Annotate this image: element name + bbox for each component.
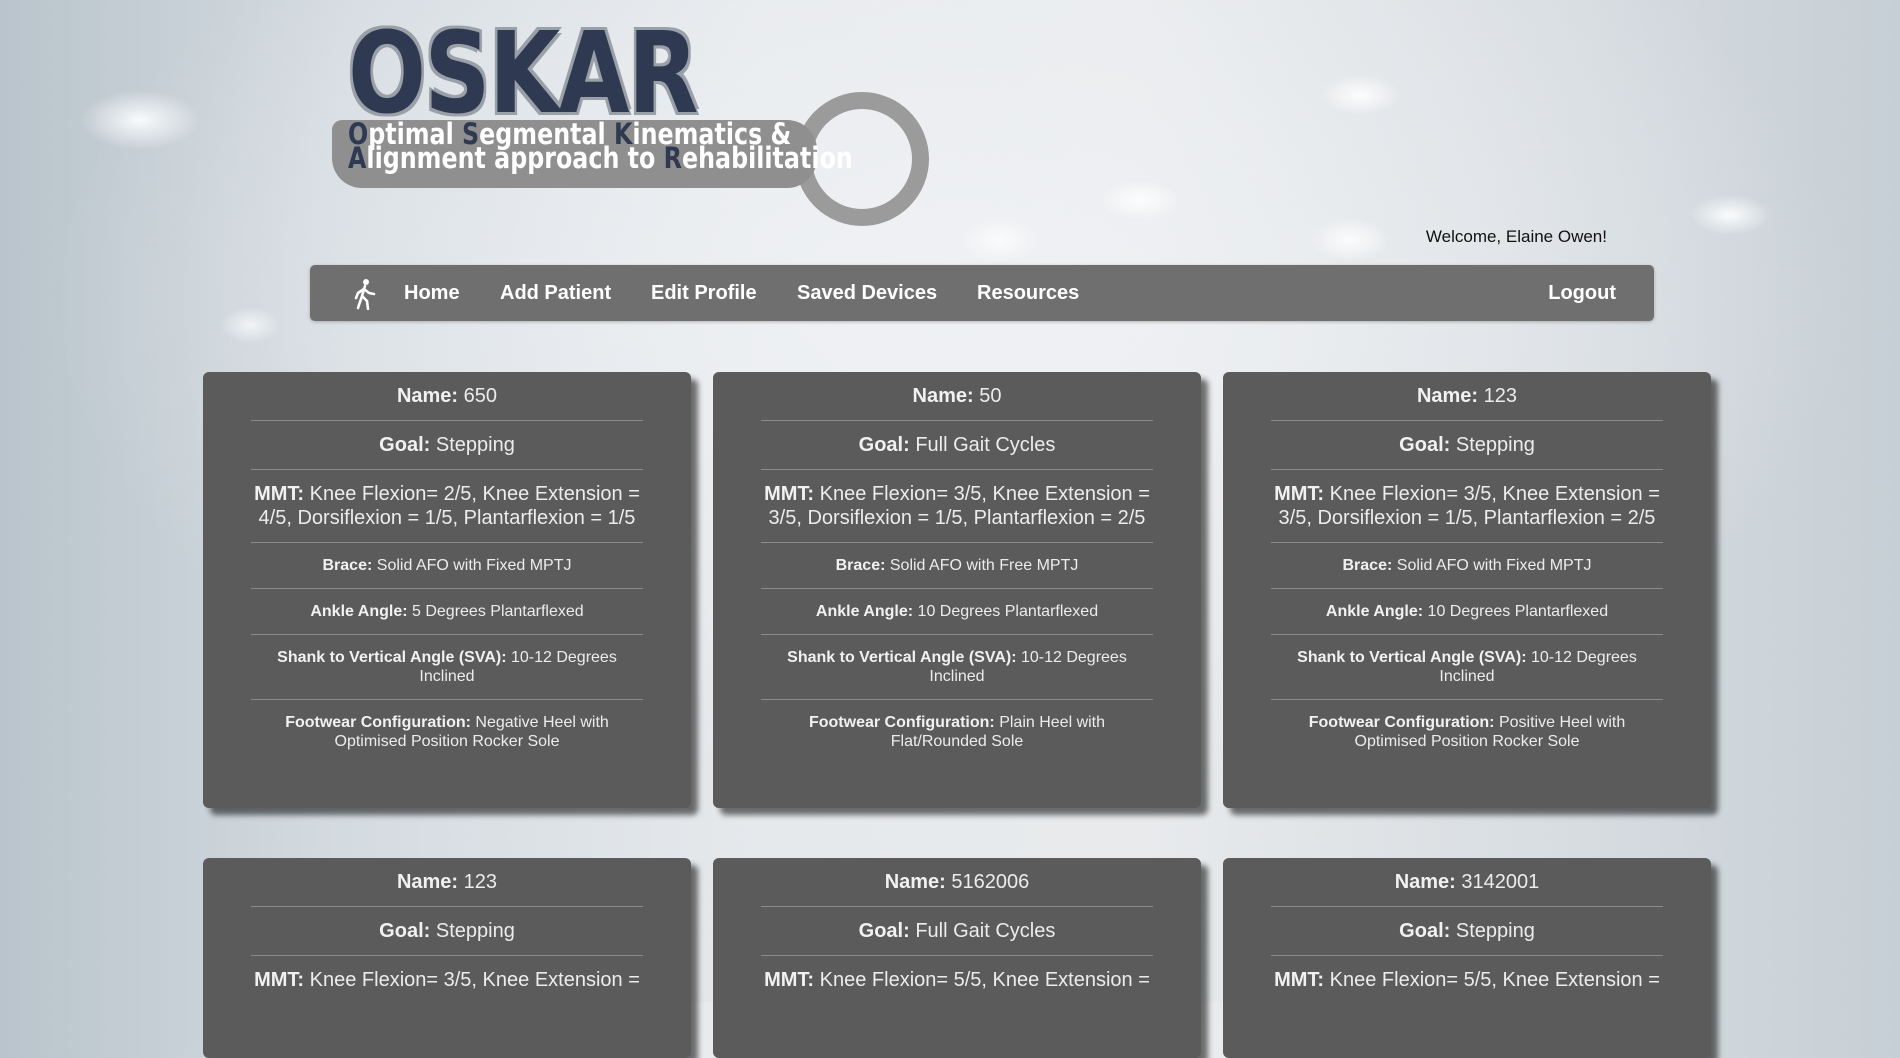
patient-footwear: Footwear Configuration: Plain Heel with … [808, 714, 1106, 750]
patient-brace: Brace: Solid AFO with Fixed MPTJ [251, 543, 643, 589]
patient-goal: Goal: Stepping [1271, 907, 1663, 956]
patient-name: Name: 5162006 [761, 858, 1153, 907]
walking-person-icon[interactable] [350, 278, 380, 311]
logo-subtitle: Optimal Segmental Kinematics & Alignment… [348, 117, 853, 175]
patient-brace: Brace: Solid AFO with Free MPTJ [761, 543, 1153, 589]
patient-goal: Goal: Stepping [251, 907, 643, 956]
nav-saved-devices[interactable]: Saved Devices [797, 265, 937, 321]
patient-mmt: MMT: Knee Flexion= 5/5, Knee Extension = [1274, 969, 1660, 991]
patient-name: Name: 50 [761, 372, 1153, 421]
patient-name: Name: 650 [251, 372, 643, 421]
patient-name: Name: 3142001 [1271, 858, 1663, 907]
patient-mmt: MMT: Knee Flexion= 2/5, Knee Extension =… [251, 470, 643, 543]
patient-card[interactable]: Name: 650 Goal: Stepping MMT: Knee Flexi… [203, 372, 691, 808]
patient-mmt: MMT: Knee Flexion= 3/5, Knee Extension = [254, 969, 640, 991]
logo-title: OSKAR [348, 9, 699, 139]
patient-brace: Brace: Solid AFO with Fixed MPTJ [1271, 543, 1663, 589]
welcome-message: Welcome, Elaine Owen! [1425, 227, 1607, 246]
oskar-logo: OSKAR Optimal Segmental Kinematics & Ali… [330, 9, 929, 226]
main-navbar: Home Add Patient Edit Profile Saved Devi… [310, 265, 1654, 321]
nav-home[interactable]: Home [404, 265, 460, 321]
nav-add-patient[interactable]: Add Patient [500, 265, 611, 321]
patient-goal: Goal: Full Gait Cycles [761, 421, 1153, 470]
patient-ankle-angle: Ankle Angle: 5 Degrees Plantarflexed [251, 589, 643, 635]
nav-edit-profile[interactable]: Edit Profile [651, 265, 757, 321]
patient-sva: Shank to Vertical Angle (SVA): 10-12 Deg… [251, 635, 643, 700]
patient-sva: Shank to Vertical Angle (SVA): 10-12 Deg… [1271, 635, 1663, 700]
patient-name: Name: 123 [251, 858, 643, 907]
patient-mmt: MMT: Knee Flexion= 3/5, Knee Extension =… [1271, 470, 1663, 543]
patient-card[interactable]: Name: 50 Goal: Full Gait Cycles MMT: Kne… [713, 372, 1201, 808]
patient-card[interactable]: Name: 3142001 Goal: Stepping MMT: Knee F… [1223, 858, 1711, 1058]
nav-resources[interactable]: Resources [977, 265, 1079, 321]
patient-sva: Shank to Vertical Angle (SVA): 10-12 Deg… [761, 635, 1153, 700]
patient-card[interactable]: Name: 123 Goal: Stepping MMT: Knee Flexi… [1223, 372, 1711, 808]
patient-footwear: Footwear Configuration: Negative Heel wi… [285, 714, 609, 750]
patient-mmt: MMT: Knee Flexion= 5/5, Knee Extension = [764, 969, 1150, 991]
patient-card[interactable]: Name: 5162006 Goal: Full Gait Cycles MMT… [713, 858, 1201, 1058]
patient-ankle-angle: Ankle Angle: 10 Degrees Plantarflexed [1271, 589, 1663, 635]
patient-card[interactable]: Name: 123 Goal: Stepping MMT: Knee Flexi… [203, 858, 691, 1058]
patient-name: Name: 123 [1271, 372, 1663, 421]
patient-ankle-angle: Ankle Angle: 10 Degrees Plantarflexed [761, 589, 1153, 635]
patient-goal: Goal: Stepping [251, 421, 643, 470]
patient-goal: Goal: Full Gait Cycles [761, 907, 1153, 956]
patient-mmt: MMT: Knee Flexion= 3/5, Knee Extension =… [761, 470, 1153, 543]
patient-footwear: Footwear Configuration: Positive Heel wi… [1308, 714, 1626, 750]
logout-button[interactable]: Logout [1548, 265, 1616, 321]
patient-goal: Goal: Stepping [1271, 421, 1663, 470]
